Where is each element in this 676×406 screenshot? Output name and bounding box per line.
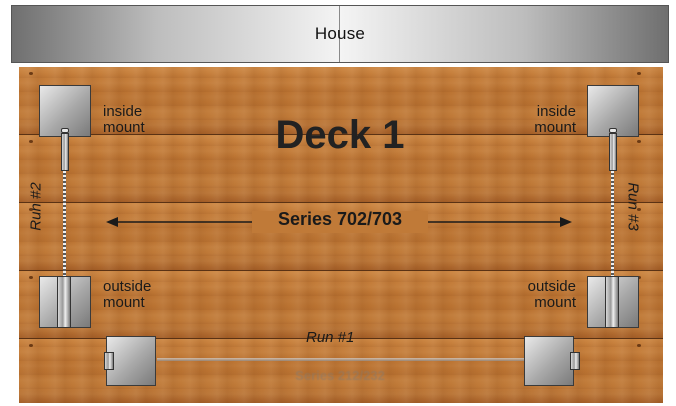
outside-mount-right-label: outside mount: [527, 278, 576, 311]
outside-mount-left-label: outside mount: [103, 278, 152, 311]
nail: [637, 344, 641, 347]
nail: [29, 344, 33, 347]
series-secondary-label: Series 212/232: [295, 368, 385, 383]
nail: [29, 140, 33, 143]
deck-title: Deck 1: [275, 113, 405, 157]
house-label: House: [314, 24, 366, 43]
run-2-label: Run #2: [27, 182, 45, 231]
tension-fitting-right-top: [609, 133, 617, 171]
run1-left-fitting: [104, 352, 114, 370]
cable-run-3: [611, 171, 614, 279]
cable-run-1: [157, 358, 525, 361]
cable-run-2: [63, 171, 66, 279]
nail: [29, 72, 33, 75]
tension-fitting-right-bottom: [605, 276, 619, 328]
run1-right-fitting: [570, 352, 580, 370]
deck-cable-diagram: House inside mount inside mount outside …: [0, 0, 676, 406]
nail: [637, 72, 641, 75]
tension-fitting-left-top: [61, 133, 69, 171]
nail: [29, 276, 33, 279]
run1-right-mount-plate: [524, 336, 574, 386]
run-1-label: Run #1: [306, 329, 355, 346]
series-main-label: Series 702/703: [277, 209, 403, 229]
nail: [637, 140, 641, 143]
inside-mount-left-label: inside mount: [103, 103, 145, 136]
inside-mount-right-label: inside mount: [534, 103, 576, 136]
house-wall: House: [11, 5, 669, 63]
run-3-label: Run #3: [624, 182, 642, 231]
tension-fitting-left-bottom: [57, 276, 71, 328]
